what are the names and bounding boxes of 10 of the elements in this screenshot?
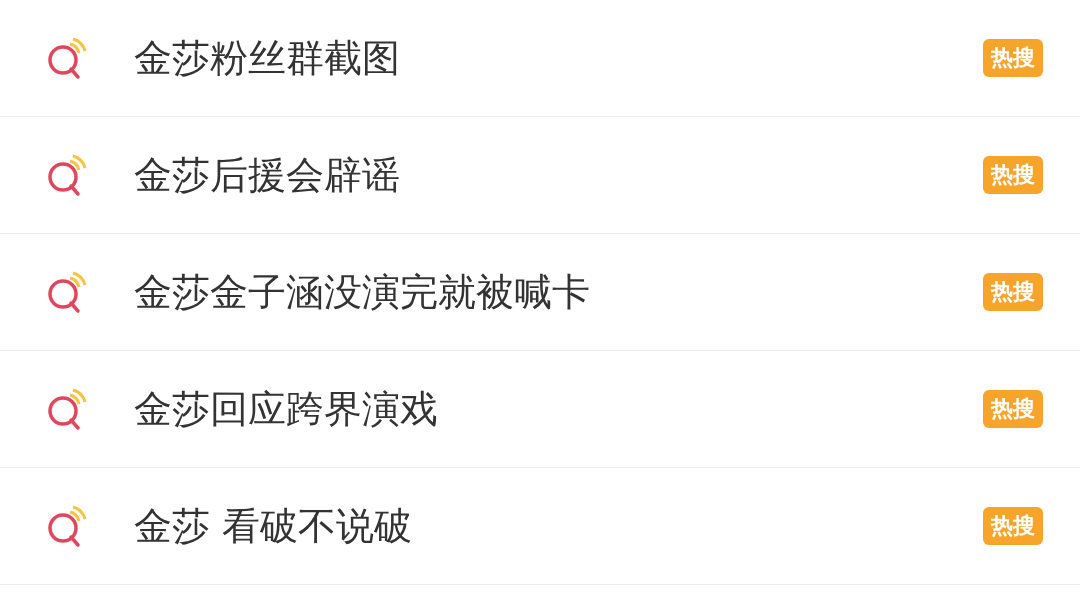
search-suggestion[interactable]: 金莎粉丝群截图 [134, 32, 983, 84]
search-suggestion[interactable]: 金莎金子涵没演完就被喊卡 [134, 266, 983, 318]
search-suggestion[interactable]: 金莎后援会辟谣 [134, 149, 983, 201]
search-suggestion[interactable]: 金莎回应跨界演戏 [134, 383, 983, 435]
hot-search-badge: 热搜 [983, 390, 1043, 428]
hot-search-badge: 热搜 [983, 507, 1043, 545]
hot-search-badge: 热搜 [983, 156, 1043, 194]
search-suggestion[interactable]: 金莎 看破不说破 [134, 500, 983, 552]
hot-search-badge: 热搜 [983, 39, 1043, 77]
hot-search-badge: 热搜 [983, 273, 1043, 311]
